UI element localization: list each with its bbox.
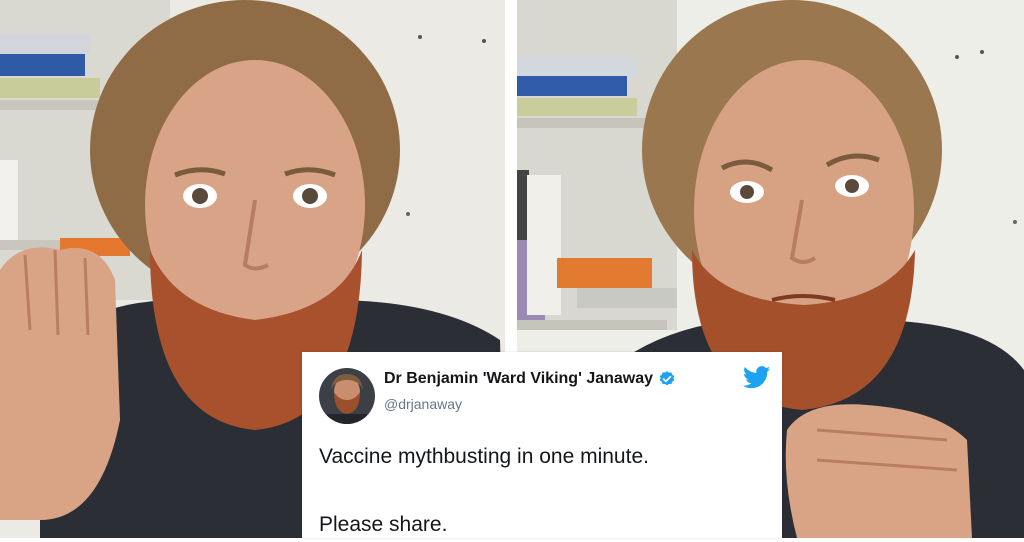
display-name[interactable]: Dr Benjamin 'Ward Viking' Janaway (384, 370, 653, 388)
tweet-body: Vaccine mythbusting in one minute. Pleas… (319, 440, 769, 542)
avatar-image (319, 368, 375, 424)
user-handle[interactable]: @drjanaway (384, 396, 462, 412)
tweet-line-gap (319, 474, 769, 508)
tweet-card: Dr Benjamin 'Ward Viking' Janaway @drjan… (302, 352, 782, 538)
avatar[interactable] (319, 368, 375, 424)
tweet-line: Vaccine mythbusting in one minute. (319, 445, 649, 468)
verified-badge-icon (658, 370, 676, 388)
tweet-line: Please share. (319, 513, 448, 536)
name-row: Dr Benjamin 'Ward Viking' Janaway (384, 370, 676, 388)
twitter-bird-icon (742, 366, 771, 389)
